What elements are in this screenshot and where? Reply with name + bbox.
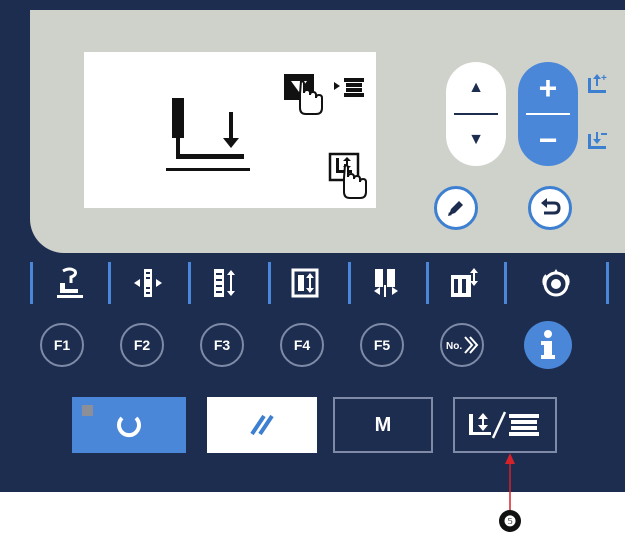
callout-number: ❺ [499,510,521,532]
row-divider [188,262,191,304]
presser-foot-button[interactable] [50,264,90,302]
callout-line [505,453,515,512]
stitch-width-button[interactable] [366,264,406,302]
ready-icon [117,416,141,438]
return-icon [541,198,561,215]
thread-tension-icon [542,269,570,297]
ready-indicator-led [82,405,93,416]
f1-button[interactable]: F1 [40,323,84,367]
foot-height-up-icon: + [588,73,607,93]
minus-button[interactable]: − [518,114,578,166]
f4-button[interactable]: F4 [280,323,324,367]
return-button[interactable] [528,186,572,230]
pattern-length-icon [291,268,319,298]
ready-button[interactable] [72,397,186,453]
needle-position-icon [134,269,162,297]
f2-button[interactable]: F2 [120,323,164,367]
edit-pencil-icon [448,201,463,216]
stitch-density-button[interactable] [206,264,246,302]
pattern-length-button[interactable] [286,264,326,302]
down-arrow-icon: ▼ [468,131,484,148]
edit-button[interactable] [434,186,478,230]
bobbin-winder-icon [334,78,364,97]
row-divider [606,262,609,304]
stitch-width-icon [374,269,398,297]
m-button[interactable]: M [333,397,433,453]
thread-tension-button[interactable] [536,264,576,302]
row-divider [504,262,507,304]
thread-clamp-icon [250,414,274,436]
plus-button[interactable]: + [518,62,578,114]
pattern-number-button[interactable]: No. [440,323,484,367]
row-divider [30,262,33,304]
row-divider [108,262,111,304]
information-icon [541,330,555,359]
up-arrow-icon: ▲ [468,79,484,96]
f5-button[interactable]: F5 [360,323,404,367]
pattern-change-button[interactable] [444,264,484,302]
svg-text:+: + [601,73,607,84]
f3-button[interactable]: F3 [200,323,244,367]
information-button[interactable] [524,321,572,369]
minus-icon: − [538,121,558,158]
stitch-density-icon [214,269,235,297]
thread-clamp-button[interactable] [207,397,317,453]
down-button[interactable]: ▼ [446,114,506,166]
up-button[interactable]: ▲ [446,62,506,114]
presser-foot-icon [57,267,83,298]
up-down-selector: ▲ ▼ [446,62,506,166]
pattern-change-icon [451,268,478,297]
row-divider [348,262,351,304]
row-divider [426,262,429,304]
svg-text:No.: No. [446,341,462,352]
presser-bobbin-button[interactable] [453,397,557,453]
plus-icon: + [538,69,558,106]
hand-press-icon [284,74,323,115]
presser-bobbin-icon [469,411,539,439]
foot-height-down-icon [588,132,607,149]
plus-minus-selector: + − [518,62,578,166]
needle-position-button[interactable] [128,264,168,302]
row-divider [268,262,271,304]
pattern-number-icon: No. [446,336,479,354]
hand-press-icon [328,152,367,199]
lcd-screen [84,52,376,208]
